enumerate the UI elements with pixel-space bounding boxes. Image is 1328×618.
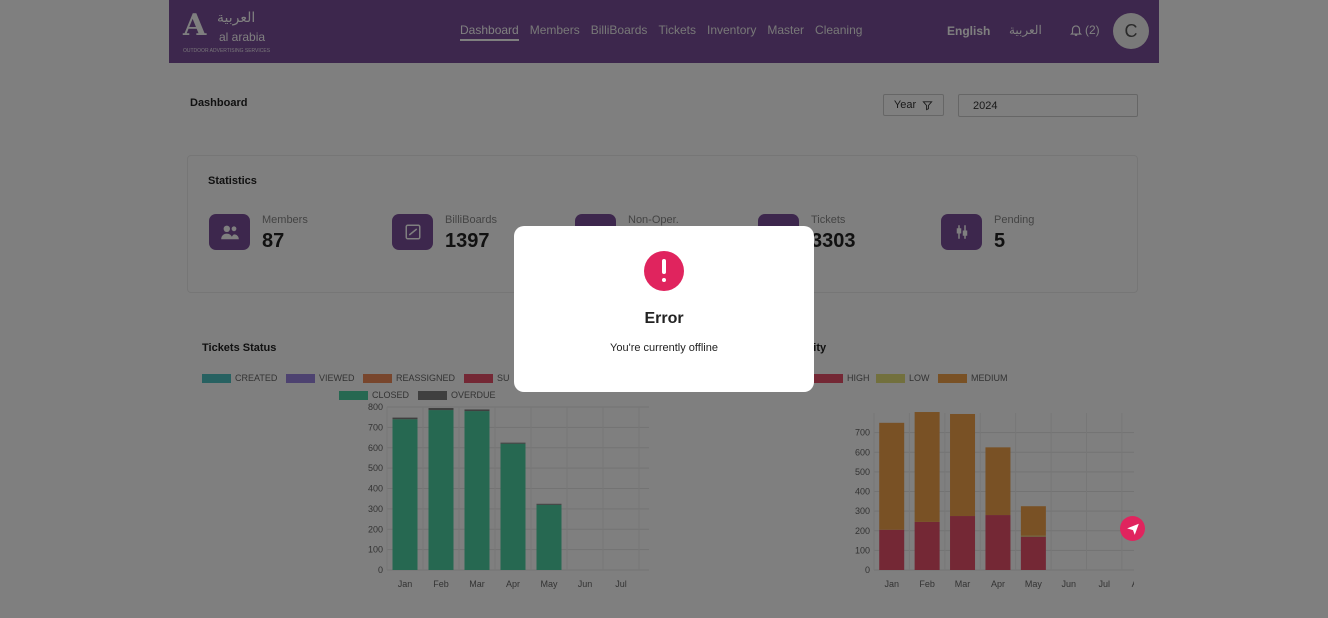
error-icon [644,251,684,291]
error-message: You're currently offline [610,342,718,354]
error-title: Error [644,310,684,327]
send-icon [1126,523,1139,535]
telegram-button[interactable] [1120,516,1145,541]
error-dialog: Error You're currently offline [514,226,814,392]
